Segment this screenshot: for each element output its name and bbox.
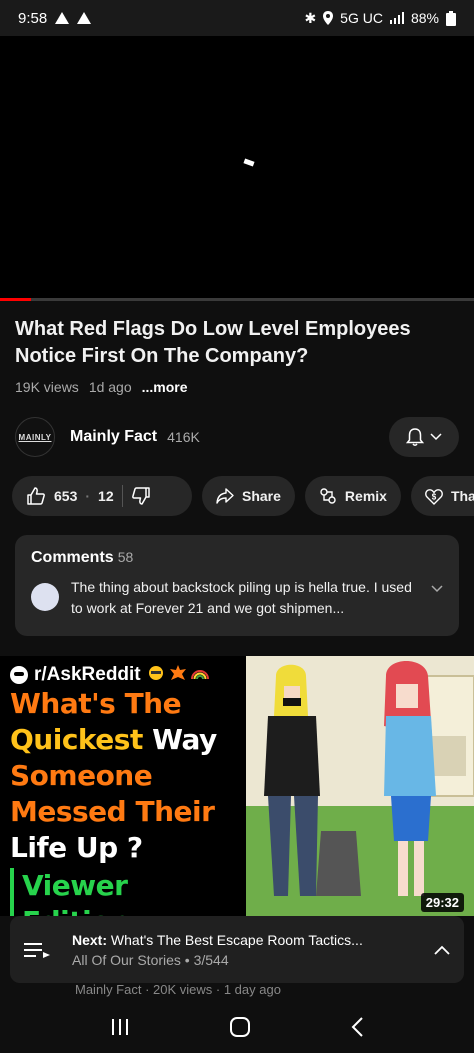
comments-header: Comments 58 [31,549,443,567]
top-comment[interactable]: The thing about backstock piling up is h… [31,577,443,619]
channel-name[interactable]: Mainly Fact [70,428,157,446]
remix-icon [320,488,336,504]
navigation-arrow-icon-2 [77,12,92,24]
video-title[interactable]: What Red Flags Do Low Level Employees No… [15,316,455,370]
next-video-thumbnail[interactable]: r/AskReddit What's The Quickest Way Some… [0,656,474,916]
chevron-down-icon [430,433,442,441]
status-left: 9:58 [18,9,92,27]
home-icon[interactable] [229,1016,251,1038]
channel-avatar[interactable]: MAINLY [15,417,55,457]
next-up-bar[interactable]: Next: What's The Best Escape Room Tactic… [10,916,464,983]
top-comment-text: The thing about backstock piling up is h… [71,579,412,616]
next-label: Next: [72,931,108,948]
next-video-meta: Mainly Fact · 20K views · 1 day ago [75,982,281,997]
share-arrow-icon [216,488,234,504]
status-bar: 9:58 ✱ 5G UC 88% [0,0,474,36]
navigation-arrow-icon [55,12,70,24]
bell-icon [406,428,424,446]
separator-dot: · [85,488,91,504]
chevron-up-icon[interactable] [434,945,450,955]
system-navigation-bar [0,1000,474,1053]
location-pin-icon [323,11,334,25]
comments-title: Comments [31,549,114,566]
commenter-avatar [31,583,59,611]
status-time: 9:58 [18,9,48,27]
more-link[interactable]: ...more [142,379,188,395]
next-up-line: Next: What's The Best Escape Room Tactic… [72,932,363,948]
rainbow-emoji-icon [190,670,209,680]
thumbnail-text-panel: r/AskReddit What's The Quickest Way Some… [0,656,246,916]
subscriber-count: 416K [167,429,200,445]
remix-label: Remix [344,488,387,504]
subreddit-name: r/AskReddit [34,664,141,685]
thumb-line-1: What's The [10,687,182,720]
comments-count: 58 [117,549,134,565]
upload-age: 1d ago [88,379,132,395]
battery-percent: 88% [410,10,439,26]
video-meta[interactable]: 19K views 1d ago ...more [15,379,188,395]
explosion-emoji-icon [169,665,186,680]
network-type: 5G UC [340,10,383,26]
status-right: ✱ 5G UC 88% [304,10,456,27]
like-dislike-group: 653 · 12 [12,476,192,516]
progress-bar-fill [0,298,31,301]
thumb-line-2: Quickest Way [10,723,217,756]
subreddit-line: r/AskReddit [10,664,236,686]
playlist-info: All Of Our Stories • 3/544 [72,951,229,968]
expand-chevron-icon[interactable] [431,585,443,593]
thumbs-up-icon[interactable] [26,486,46,506]
thumb-line-5: Life Up ? [10,831,143,864]
video-duration: 29:32 [420,893,464,912]
thumbnail-illustration: 29:32 [246,656,474,916]
remix-button[interactable]: Remix [304,476,401,516]
share-label: Share [242,488,281,504]
thumb-line-4: Messed Their [10,795,215,828]
signal-icon [389,12,404,24]
battery-icon [446,10,456,26]
loading-indicator [243,158,255,167]
like-count[interactable]: 653 [54,488,77,504]
action-bar: 653 · 12 Share Remix $ Thanks [12,476,474,516]
face-emoji-icon [148,666,163,680]
characters-illustration [246,656,474,916]
playlist-queue-icon[interactable] [24,942,50,958]
thumb-line-3: Someone [10,759,153,792]
recent-apps-icon[interactable] [110,1018,130,1036]
video-player[interactable] [0,36,474,300]
thumbs-down-icon[interactable] [131,486,151,506]
progress-bar[interactable] [0,298,474,301]
notification-bell-button[interactable] [389,417,459,457]
bluetooth-icon: ✱ [304,9,317,26]
thanks-button[interactable]: $ Thanks [410,476,474,516]
channel-avatar-text: MAINLY [18,432,52,442]
thumb-edition: Viewer Edition [10,868,236,916]
emoji-decorations [147,665,209,685]
thanks-label: Thanks [450,488,474,504]
next-up-text: Next: What's The Best Escape Room Tactic… [72,932,363,968]
next-title: What's The Best Escape Room Tactics... [110,931,363,948]
reddit-alien-icon [10,666,28,684]
thanks-heart-dollar-icon: $ [425,488,443,505]
divider [121,485,123,507]
share-button[interactable]: Share [202,476,295,516]
view-count: 19K views [15,379,79,395]
channel-row: MAINLY Mainly Fact 416K [15,414,459,460]
comments-card[interactable]: Comments 58 The thing about backstock pil… [15,535,459,636]
svg-text:$: $ [432,492,437,501]
back-icon[interactable] [350,1016,364,1037]
dislike-count[interactable]: 12 [98,488,114,504]
